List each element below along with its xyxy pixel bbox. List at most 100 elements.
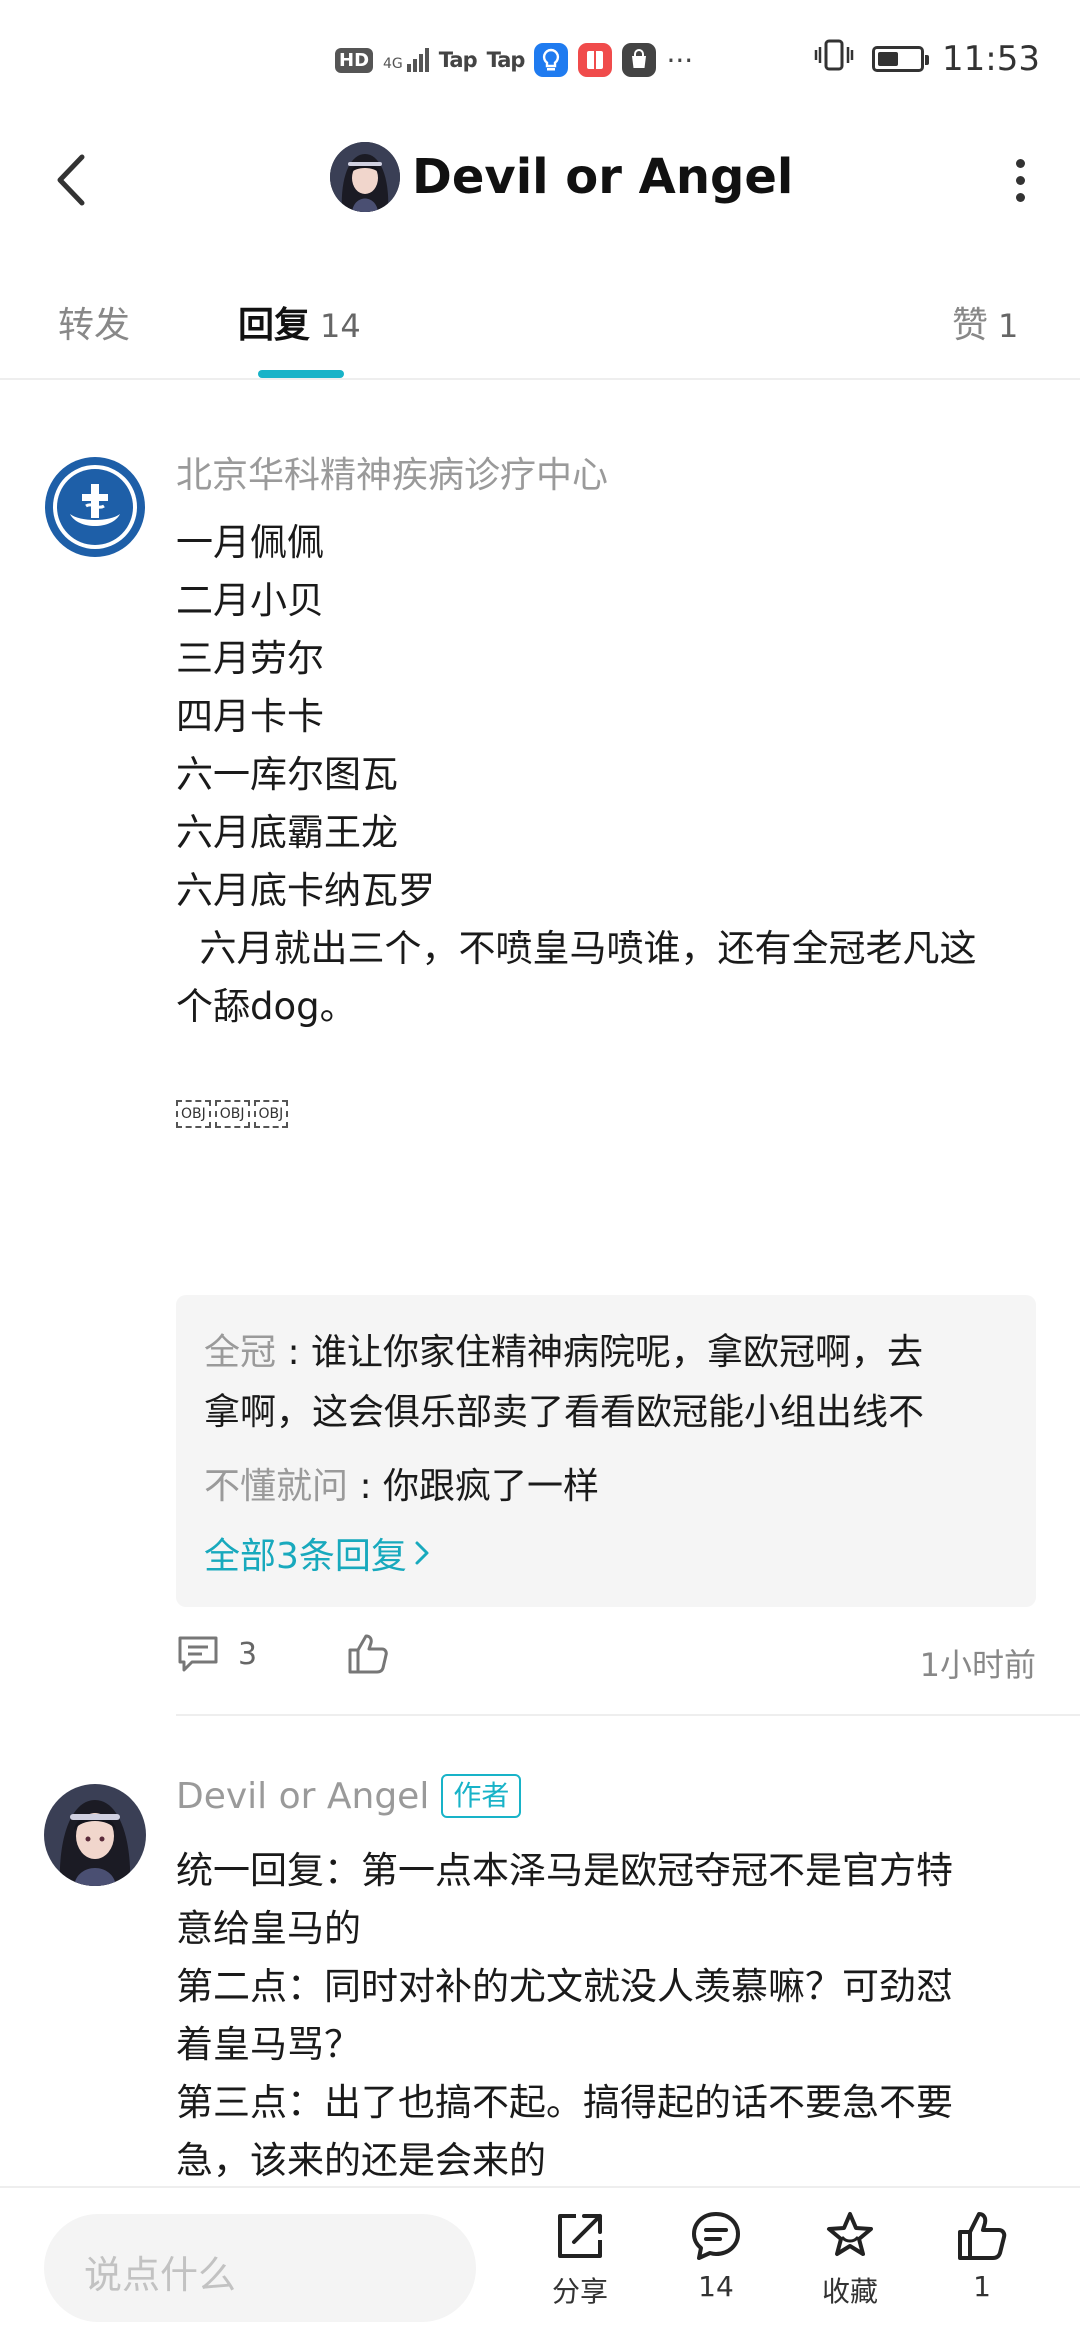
star-icon [827,2212,873,2256]
more-dot [1015,175,1025,185]
comment-count: 14 [698,2270,734,2303]
chevron-right-icon [415,1541,429,1565]
reply-button[interactable]: 3 [176,1634,257,1674]
like-post-button[interactable]: 1 [932,2208,1032,2303]
comment-line: 第三点：出了也搞不起。搞得起的话不要急不要 [176,2081,953,2124]
comment-text: 一月佩佩 二月小贝 三月劳尔 四月卡卡 六一库尔图瓦 六月底霸王龙 六月底卡纳瓦… [176,514,1046,1128]
thumbs-up-icon [348,1634,388,1674]
tab-likes-count: 1 [998,307,1019,345]
comment-line: 个舔dog。 [176,985,357,1028]
commenter-name[interactable]: 北京华科精神疾病诊疗中心 [176,446,608,498]
comment-line: 六月就出三个，不喷皇马喷谁，还有全冠老凡这 [176,927,977,970]
comment-text: 统一回复：第一点本泽马是欧冠夺冠不是官方特 意给皇马的 第二点：同时对补的尤文就… [176,1842,1046,2190]
tab-replies-count: 14 [320,307,361,345]
sub-reply[interactable]: 不懂就问 : 你跟疯了一样 [204,1457,1024,1517]
comments-button[interactable]: 14 [666,2208,766,2303]
view-all-replies-label: 全部3条回复 [204,1536,407,1577]
favorite-button[interactable]: 收藏 [800,2208,900,2310]
more-vertical-icon [1015,158,1025,168]
comment-input[interactable]: 说点什么 [44,2214,476,2322]
chevron-left-icon [57,154,85,206]
tab-likes[interactable]: 赞1 [952,296,1018,348]
more-notifications: ··· [666,43,694,77]
sub-reply-text: 你跟疯了一样 [383,1466,600,1507]
hd-indicator: HD [335,47,374,73]
favorite-label: 收藏 [821,2275,878,2308]
tab-reposts[interactable]: 转发 [58,296,130,348]
commenter-name-text: 北京华科精神疾病诊疗中心 [176,455,609,496]
comment-line: 统一回复：第一点本泽马是欧冠夺冠不是官方特 [176,1849,953,1892]
comment-line: 四月卡卡 [176,695,324,738]
embedded-object[interactable]: OBJ [176,1100,211,1128]
book-app-icon [578,43,613,77]
comment-line: 六月底卡纳瓦罗 [176,869,435,912]
comment-timestamp: 1小时前 [919,1646,1036,1684]
comment-line: 二月小贝 [176,579,324,622]
sub-reply-sep: : [276,1332,312,1373]
tab-replies-label: 回复 [238,305,311,346]
status-bar: HD 4G Tap Tap ··· 11:53 [0,0,1080,120]
signal-icon: 4G [383,48,429,72]
author-badge: 作者 [441,1774,522,1818]
tab-replies[interactable]: 回复 14 [238,296,361,348]
bottom-action-bar: 说点什么 分享 14 收藏 1 [0,2186,1080,2340]
share-button[interactable]: 分享 [530,2208,630,2310]
embedded-objects: OBJ OBJ OBJ [176,1100,1046,1128]
clock: 11:53 [942,39,1040,79]
comment-line: 三月劳尔 [176,637,324,680]
comment-input-placeholder: 说点什么 [84,2253,237,2297]
status-bar-right: 11:53 [814,34,1040,84]
author-avatar[interactable] [330,142,400,212]
divider [176,1714,1080,1716]
like-button[interactable] [346,1632,390,1680]
battery-icon [872,46,930,72]
comment-icon [178,1636,218,1672]
sub-reply-user[interactable]: 不懂就问 [204,1466,348,1507]
comment-line: 着皇马骂？ [176,2023,361,2066]
comment-line: 六一库尔图瓦 [176,753,398,796]
taptap-notification-2: Tap [486,48,526,72]
commenter-name-text: Devil or Angel [176,1775,430,1817]
share-icon [558,2214,602,2258]
taptap-notification: Tap [438,48,478,72]
tab-likes-label: 赞 [952,305,989,346]
comment-actions: 3 1小时前 [176,1630,1036,1690]
embedded-object[interactable]: OBJ [253,1100,289,1128]
comment-line: 第二点：同时对补的尤文就没人羡慕嘛？可劲怼 [176,1965,953,2008]
status-bar-left: HD 4G Tap Tap ··· [335,40,693,80]
vibrate-icon [814,37,854,82]
commenter-name[interactable]: Devil or Angel 作者 [176,1774,522,1818]
tab-indicator [258,370,344,378]
page-title: Devil or Angel [412,149,794,205]
top-app-bar: Devil or Angel [0,120,1080,240]
tab-reposts-label: 转发 [58,305,131,346]
more-options-button[interactable] [990,150,1050,210]
share-label: 分享 [551,2275,608,2308]
bulb-app-icon [534,43,569,77]
tab-bar: 转发 回复 14 赞1 [0,270,1080,380]
reply-count: 3 [238,1636,258,1672]
commenter-avatar[interactable] [44,456,146,558]
sub-reply-sep: : [348,1466,384,1507]
more-dot [1015,192,1025,202]
comment-line: 六月底霸王龙 [176,811,398,854]
commenter-avatar[interactable] [44,1784,146,1886]
sub-reply-text: 拿啊，这会俱乐部卖了看看欧冠能小组出线不 [204,1392,925,1433]
back-button[interactable] [40,150,100,210]
comment-line: 一月佩佩 [176,521,324,564]
comment-line: 意给皇马的 [176,1907,361,1950]
like-count: 1 [973,2270,991,2303]
bag-app-icon [622,43,657,77]
network-type: 4G [383,56,403,72]
view-all-replies-link[interactable]: 全部3条回复 [204,1527,431,1579]
sub-replies-box: 全冠 : 谁让你家住精神病院呢，拿欧冠啊，去 拿啊，这会俱乐部卖了看看欧冠能小组… [176,1295,1036,1607]
embedded-object[interactable]: OBJ [214,1100,250,1128]
sub-reply-user[interactable]: 全冠 [204,1332,276,1373]
comment-line: 急，该来的还是会来的 [176,2139,546,2182]
sub-reply-continued[interactable]: 拿啊，这会俱乐部卖了看看欧冠能小组出线不 [204,1383,1024,1443]
post-author[interactable]: Devil or Angel [330,142,793,212]
comment-bubble-icon [692,2212,740,2260]
sub-reply-text: 谁让你家住精神病院呢，拿欧冠啊，去 [311,1332,924,1373]
sub-reply[interactable]: 全冠 : 谁让你家住精神病院呢，拿欧冠啊，去 [204,1323,1024,1383]
thumbs-up-icon [958,2212,1007,2260]
